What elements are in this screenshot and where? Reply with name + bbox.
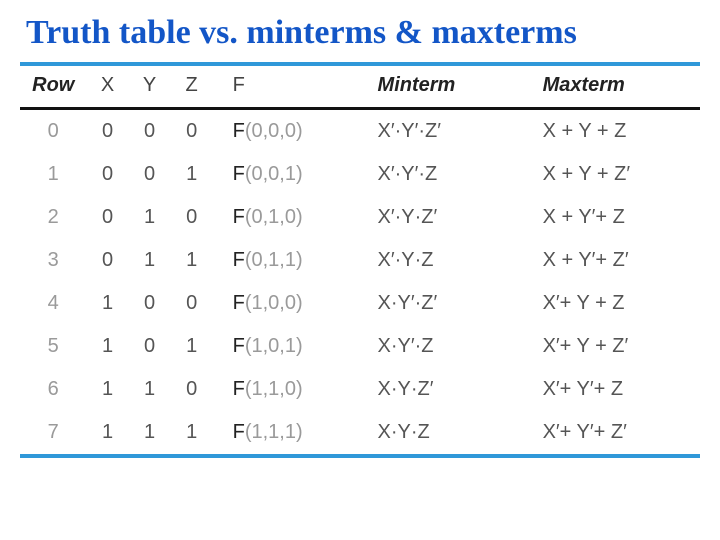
cell-maxterm: X + Y′+ Z′: [535, 239, 700, 282]
col-header-row: Row: [20, 66, 86, 109]
cell-y: 1: [129, 239, 171, 282]
cell-z: 1: [171, 325, 213, 368]
cell-x: 1: [86, 325, 128, 368]
cell-f: F(0,0,0): [213, 109, 362, 154]
cell-z: 1: [171, 239, 213, 282]
cell-z: 1: [171, 411, 213, 454]
cell-minterm: X′·Y·Z′: [362, 196, 535, 239]
slide-title: Truth table vs. minterms & maxterms: [26, 14, 700, 52]
cell-x: 1: [86, 368, 128, 411]
cell-f: F(1,0,0): [213, 282, 362, 325]
cell-z: 0: [171, 282, 213, 325]
cell-y: 0: [129, 282, 171, 325]
cell-y: 1: [129, 368, 171, 411]
cell-y: 0: [129, 153, 171, 196]
cell-y: 0: [129, 109, 171, 154]
cell-maxterm: X + Y + Z′: [535, 153, 700, 196]
cell-y: 1: [129, 196, 171, 239]
cell-z: 0: [171, 368, 213, 411]
cell-y: 0: [129, 325, 171, 368]
cell-x: 0: [86, 196, 128, 239]
col-header-x: X: [86, 66, 128, 109]
cell-row: 1: [20, 153, 86, 196]
cell-row: 5: [20, 325, 86, 368]
cell-minterm: X·Y·Z: [362, 411, 535, 454]
col-header-f: F: [213, 66, 362, 109]
cell-maxterm: X′+ Y′+ Z′: [535, 411, 700, 454]
table-row: 3011F(0,1,1)X′·Y·ZX + Y′+ Z′: [20, 239, 700, 282]
cell-z: 1: [171, 153, 213, 196]
cell-maxterm: X′+ Y + Z: [535, 282, 700, 325]
cell-f: F(0,1,0): [213, 196, 362, 239]
cell-minterm: X·Y′·Z′: [362, 282, 535, 325]
cell-maxterm: X′+ Y + Z′: [535, 325, 700, 368]
cell-maxterm: X′+ Y′+ Z: [535, 368, 700, 411]
cell-minterm: X·Y·Z′: [362, 368, 535, 411]
col-header-y: Y: [129, 66, 171, 109]
cell-f: F(0,0,1): [213, 153, 362, 196]
cell-f: F(1,1,1): [213, 411, 362, 454]
table-row: 7111F(1,1,1)X·Y·ZX′+ Y′+ Z′: [20, 411, 700, 454]
cell-row: 7: [20, 411, 86, 454]
col-header-minterm: Minterm: [362, 66, 535, 109]
cell-row: 2: [20, 196, 86, 239]
cell-row: 3: [20, 239, 86, 282]
cell-maxterm: X + Y + Z: [535, 109, 700, 154]
cell-row: 6: [20, 368, 86, 411]
cell-x: 1: [86, 411, 128, 454]
cell-minterm: X′·Y′·Z: [362, 153, 535, 196]
cell-row: 0: [20, 109, 86, 154]
table-row: 2010F(0,1,0)X′·Y·Z′X + Y′+ Z: [20, 196, 700, 239]
cell-x: 0: [86, 109, 128, 154]
cell-f: F(1,0,1): [213, 325, 362, 368]
col-header-z: Z: [171, 66, 213, 109]
cell-z: 0: [171, 109, 213, 154]
table-row: 0000F(0,0,0)X′·Y′·Z′X + Y + Z: [20, 109, 700, 154]
table-row: 5101F(1,0,1)X·Y′·ZX′+ Y + Z′: [20, 325, 700, 368]
table-row: 4100F(1,0,0)X·Y′·Z′X′+ Y + Z: [20, 282, 700, 325]
cell-minterm: X′·Y·Z: [362, 239, 535, 282]
table-row: 6110F(1,1,0)X·Y·Z′X′+ Y′+ Z: [20, 368, 700, 411]
cell-x: 0: [86, 239, 128, 282]
cell-x: 1: [86, 282, 128, 325]
col-header-maxterm: Maxterm: [535, 66, 700, 109]
cell-z: 0: [171, 196, 213, 239]
cell-f: F(0,1,1): [213, 239, 362, 282]
table-container: Row X Y Z F Minterm Maxterm 0000F(0,0,0)…: [20, 62, 700, 458]
cell-minterm: X′·Y′·Z′: [362, 109, 535, 154]
cell-maxterm: X + Y′+ Z: [535, 196, 700, 239]
cell-row: 4: [20, 282, 86, 325]
table-row: 1001F(0,0,1)X′·Y′·ZX + Y + Z′: [20, 153, 700, 196]
cell-minterm: X·Y′·Z: [362, 325, 535, 368]
cell-x: 0: [86, 153, 128, 196]
truth-table: Row X Y Z F Minterm Maxterm 0000F(0,0,0)…: [20, 66, 700, 454]
cell-f: F(1,1,0): [213, 368, 362, 411]
table-header-row: Row X Y Z F Minterm Maxterm: [20, 66, 700, 109]
cell-y: 1: [129, 411, 171, 454]
